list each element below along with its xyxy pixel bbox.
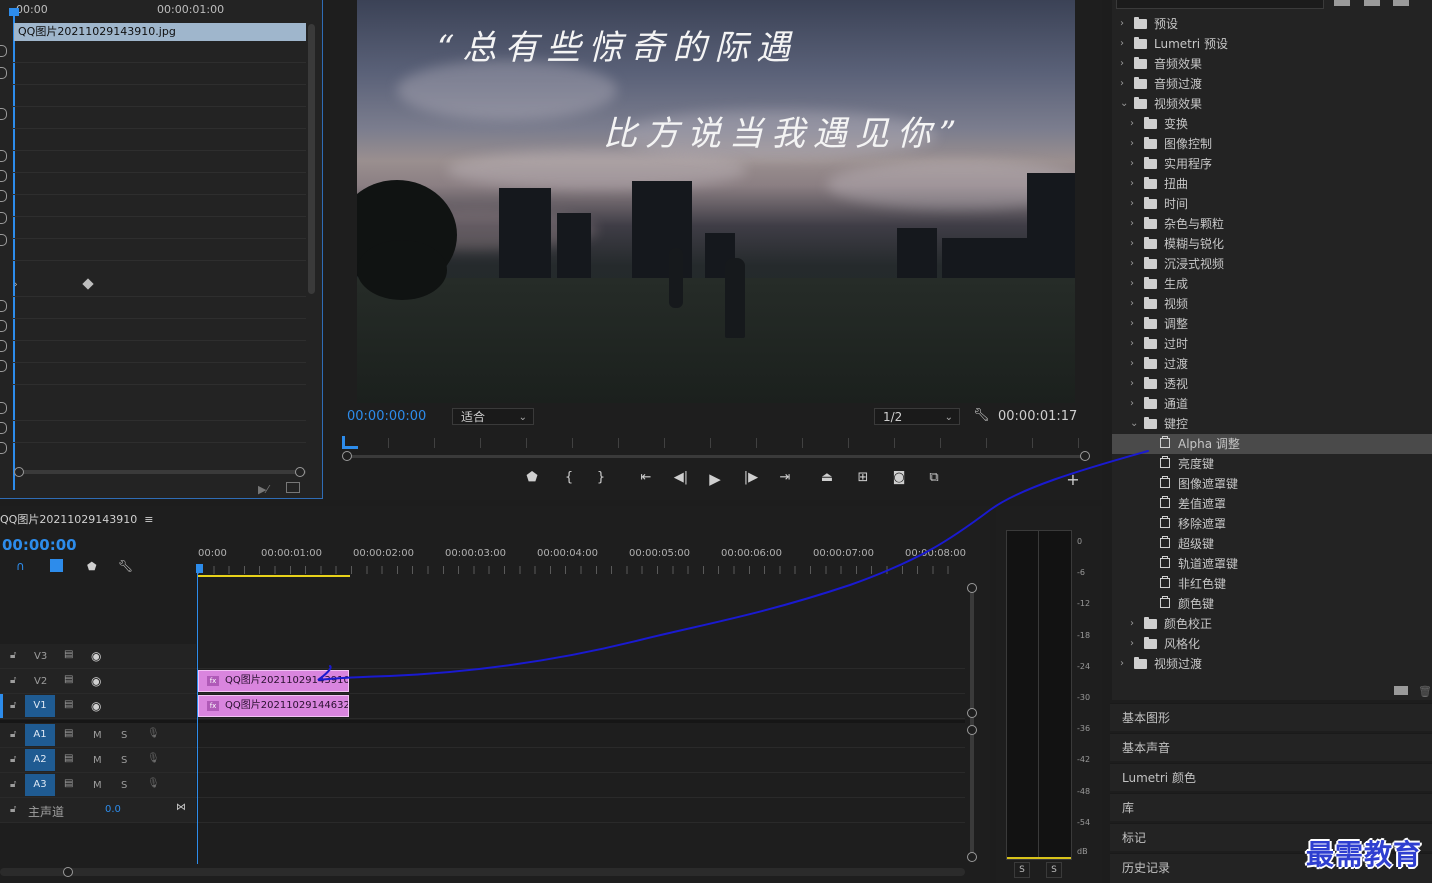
annotation-stroke <box>317 450 1149 681</box>
watermark-logo: 最需教育 <box>1306 838 1423 871</box>
